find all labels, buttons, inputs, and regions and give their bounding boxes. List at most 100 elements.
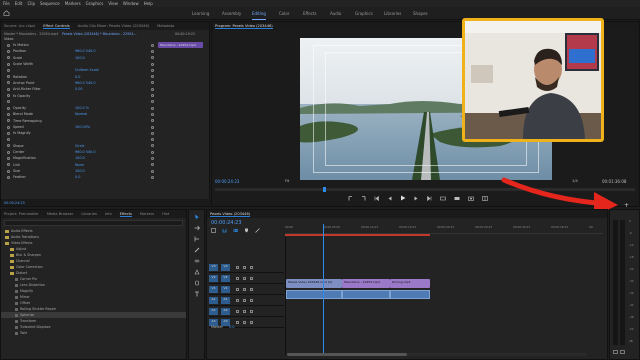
lock-icon[interactable] [236,265,239,269]
step-forward-icon[interactable] [414,196,419,201]
stopwatch-icon[interactable] [7,56,10,60]
reset-icon[interactable] [151,175,154,179]
sync-lock-icon[interactable] [243,287,246,291]
step-back-icon[interactable] [387,196,392,201]
workspace-tab-assembly[interactable]: Assembly [222,11,241,16]
lift-icon[interactable] [440,196,446,201]
timeline-settings-icon[interactable] [255,228,260,233]
clip-pexels-video[interactable]: Pexels Video 203446.mp4 [V] [286,279,342,288]
workspace-tab-audio[interactable]: Audio [330,11,341,16]
ec-property-value[interactable]: 960.0 540.0 [75,150,145,154]
track-select-tool-icon[interactable] [194,225,200,231]
stopwatch-icon[interactable] [7,49,10,53]
reset-icon[interactable] [151,43,154,47]
audio-clip-3[interactable] [390,290,430,299]
razor-tool-icon[interactable] [194,247,200,253]
stopwatch-icon[interactable] [7,68,10,72]
ec-property-value[interactable]: 0.00 [75,87,145,91]
stopwatch-icon[interactable] [7,131,10,135]
project-tab-0[interactable]: Project: Preinstaller [4,212,39,216]
solo-right-button[interactable] [620,350,625,354]
timeline-sequence-tab[interactable]: Pexels Video (203446) [210,212,251,217]
eye-icon[interactable] [250,265,253,269]
eye-icon[interactable] [250,320,253,324]
reset-icon[interactable] [151,106,154,110]
timeline-timecode[interactable]: 00:00:24:23 [211,220,242,226]
reset-icon[interactable] [151,75,154,79]
lock-icon[interactable] [236,309,239,313]
source-tab-2[interactable]: Audio Clip Mixer: Pexels Video (203446) [78,24,150,28]
time-ruler[interactable]: 00:00 00:00:05:00 00:00:14:23 00:00:19:23 00… [285,224,603,234]
ec-property-value[interactable]: 0.0 [75,175,145,179]
ec-property-value[interactable]: 100.0 [75,56,145,60]
track-target-toggle[interactable]: V1 [209,285,218,293]
stopwatch-icon[interactable] [7,62,10,66]
sync-lock-icon[interactable] [243,309,246,313]
stopwatch-icon[interactable] [7,75,10,79]
comparison-view-icon[interactable] [482,195,488,201]
reset-icon[interactable] [151,112,154,116]
menu-view[interactable]: View [108,1,118,6]
reset-icon[interactable] [151,56,154,60]
track-source-patch[interactable]: V3 [221,263,230,271]
extract-icon[interactable] [454,196,460,201]
mark-in-icon[interactable] [348,195,353,201]
reset-icon[interactable] [151,94,154,98]
stopwatch-icon[interactable] [7,112,10,116]
ec-property-value[interactable]: 100.00% [75,125,145,129]
project-tab-5[interactable]: Markers [140,212,154,216]
timeline-scrollbar[interactable] [287,353,587,356]
workspace-tab-graphics[interactable]: Graphics [355,11,373,16]
timeline-scroll-thumb[interactable] [287,353,407,356]
stopwatch-icon[interactable] [7,119,10,123]
lock-icon[interactable] [236,276,239,280]
project-tab-6[interactable]: Hist [162,212,169,216]
lock-icon[interactable] [236,298,239,302]
ripple-edit-tool-icon[interactable] [194,236,200,242]
home-icon[interactable] [3,10,10,16]
ec-property-value[interactable]: 960.0 540.0 [75,81,145,85]
eye-icon[interactable] [250,309,253,313]
project-tab-3[interactable]: Info [105,212,112,216]
stopwatch-icon[interactable] [7,87,10,91]
reset-icon[interactable] [151,119,154,123]
menu-help[interactable]: Help [144,1,153,6]
work-area-bar[interactable] [285,234,430,236]
eye-icon[interactable] [250,298,253,302]
workspace-tab-effects[interactable]: Effects [303,11,317,16]
stopwatch-icon[interactable] [7,144,10,148]
ec-property-value[interactable]: Uniform Scale [75,68,145,72]
reset-icon[interactable] [151,87,154,91]
ec-sequence-label[interactable]: Pexels Video (203446) * Mountains - 2295… [62,32,157,36]
linked-selection-icon[interactable] [233,228,238,233]
track-source-patch[interactable]: A2 [221,307,230,315]
menu-markers[interactable]: Markers [65,1,81,6]
reset-icon[interactable] [151,169,154,173]
menu-edit[interactable]: Edit [15,1,23,6]
track-source-patch[interactable]: V1 [221,285,230,293]
project-tab-2[interactable]: Libraries [81,212,97,216]
ec-property-value[interactable]: Circle [75,144,145,148]
clip-driving[interactable]: Driving.mp4 [390,279,430,288]
selection-tool-icon[interactable] [194,214,200,220]
snap-icon[interactable] [222,228,227,233]
ec-clip-chip[interactable]: Mountains - 22954.mp4 [158,42,203,48]
track-source-patch[interactable]: V2 [221,274,230,282]
project-tab-4[interactable]: Effects [119,212,132,217]
source-tab-3[interactable]: Metadata [157,24,174,28]
track-target-toggle[interactable]: V2 [209,274,218,282]
menu-window[interactable]: Window [123,1,139,6]
workspace-tab-color[interactable]: Color [279,11,289,16]
reset-icon[interactable] [151,100,154,104]
slip-tool-icon[interactable] [194,258,200,264]
stopwatch-icon[interactable] [7,125,10,129]
stopwatch-icon[interactable] [7,150,10,154]
lock-icon[interactable] [236,320,239,324]
sync-lock-icon[interactable] [243,276,246,280]
master-volume[interactable]: 0.0 [229,325,235,329]
nest-toggle-icon[interactable] [211,228,216,233]
reset-icon[interactable] [151,62,154,66]
ec-property-value[interactable]: 100.0 [75,169,145,173]
eye-icon[interactable] [250,276,253,280]
reset-icon[interactable] [151,125,154,129]
